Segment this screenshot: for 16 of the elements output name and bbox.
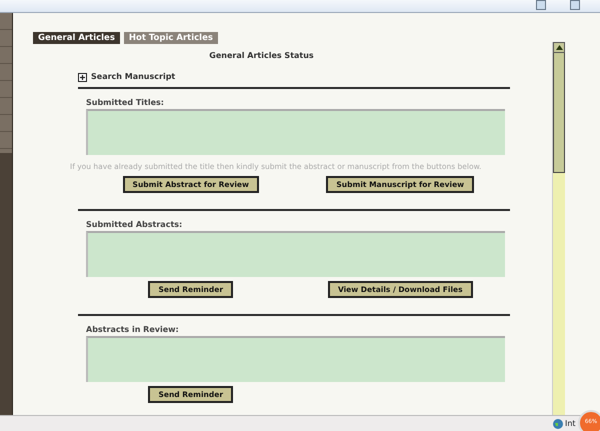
page-heading: General Articles Status: [208, 50, 315, 62]
scroll-up-icon[interactable]: [553, 42, 565, 53]
expand-icon[interactable]: [78, 72, 87, 82]
section-label: Submitted Titles:: [86, 97, 165, 109]
globe-icon: [553, 419, 563, 429]
section-label: Submitted Abstracts:: [86, 219, 184, 232]
list-box[interactable]: [86, 109, 505, 155]
zone-label: Int: [565, 418, 576, 430]
list-box[interactable]: [86, 336, 505, 382]
tab[interactable]: Hot Topic Articles: [124, 32, 218, 44]
search-manuscript-link[interactable]: Search Manuscript: [91, 71, 176, 83]
scrollbar[interactable]: [552, 42, 565, 415]
section-label: Abstracts in Review:: [86, 324, 180, 336]
list-box[interactable]: [86, 231, 505, 278]
tab[interactable]: General Articles: [33, 32, 120, 44]
scroll-thumb[interactable]: [553, 53, 565, 173]
